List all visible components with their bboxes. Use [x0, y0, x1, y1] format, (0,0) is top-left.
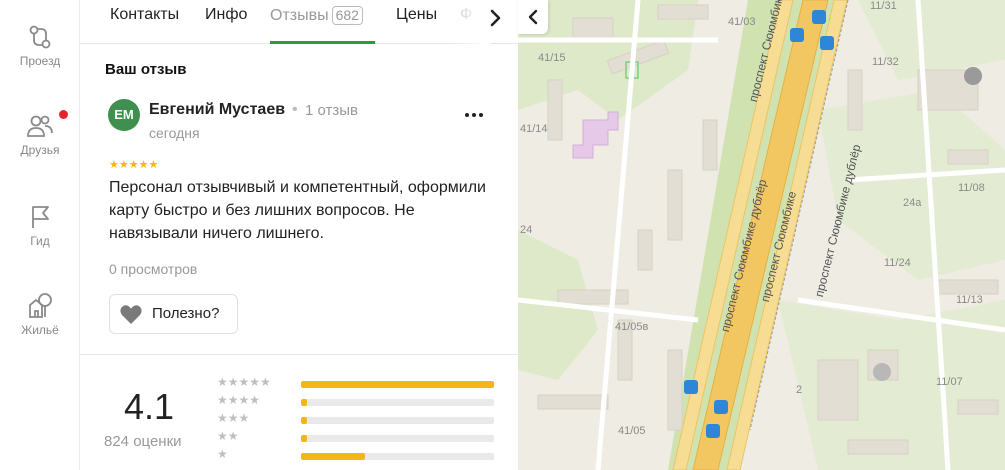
rating-bar-track	[301, 399, 494, 406]
rating-bar-stars: ★	[217, 447, 228, 461]
map-label: 11/08	[958, 182, 985, 194]
tab-contacts[interactable]: Контакты	[110, 6, 179, 24]
tab-reviews-label: Отзывы	[270, 7, 329, 24]
friends-icon	[27, 115, 53, 137]
heart-icon	[120, 305, 142, 324]
author-review-count: 1 отзыв	[305, 102, 359, 119]
tab-info[interactable]: Инфо	[205, 6, 247, 24]
rating-bar-fill	[301, 381, 494, 388]
rating-bar-fill	[301, 453, 365, 460]
map-label: 41/05	[618, 425, 646, 437]
rating-bar-track	[301, 381, 494, 388]
map-label: 11/13	[956, 294, 983, 306]
map-label: 24а	[903, 197, 922, 209]
review-views: 0 просмотров	[109, 261, 198, 277]
route-icon	[29, 25, 51, 49]
map-label: 41/05в	[615, 321, 649, 333]
tab-bar: Контакты Инфо Отзывы682 Цены Ф	[80, 0, 518, 44]
rating-bar-fill	[301, 399, 307, 406]
rating-bar-5: ★★★★★	[217, 375, 497, 390]
rail-label-friends: Друзья	[20, 143, 60, 157]
rating-bar-4: ★★★★	[217, 393, 497, 408]
map-label: 11/31	[870, 0, 897, 12]
map-label: 41/15	[538, 52, 566, 64]
collapse-panel-button[interactable]	[518, 0, 548, 34]
divider	[80, 354, 518, 355]
tab-prices[interactable]: Цены	[396, 6, 437, 24]
rail-item-guide[interactable]: Гид	[0, 204, 80, 248]
left-rail: Проезд Друзья Гид Жильё	[0, 0, 80, 470]
chevron-right-icon[interactable]	[484, 6, 508, 30]
active-tab-indicator	[270, 41, 375, 44]
map-label: 2	[796, 384, 803, 396]
rating-count: 824 оценки	[104, 433, 182, 450]
author-separator: •	[292, 101, 298, 118]
rail-label-housing: Жильё	[21, 323, 59, 337]
tab-reviews[interactable]: Отзывы 682	[270, 6, 363, 25]
more-options-icon[interactable]	[462, 107, 486, 123]
rating-bar-stars: ★★	[217, 429, 239, 443]
rating-bar-track	[301, 417, 494, 424]
reviews-count-badge: 682	[331, 6, 363, 25]
map-label: 11/32	[872, 56, 899, 68]
rail-item-housing[interactable]: Жильё	[0, 291, 80, 337]
map-label: 11/24	[884, 257, 911, 269]
my-review-title: Ваш отзыв	[105, 61, 187, 78]
useful-label: Полезно?	[152, 305, 220, 322]
rating-bar-fill	[301, 435, 307, 442]
rail-label-route: Проезд	[19, 54, 61, 68]
rating-bar-track	[301, 453, 494, 460]
rating-bar-1: ★	[217, 447, 497, 462]
house-tree-icon	[29, 293, 52, 318]
map-label: 11/07	[936, 376, 963, 388]
poi-marker-icon[interactable]	[964, 67, 982, 85]
notification-dot	[59, 110, 68, 119]
rail-item-friends[interactable]: Друзья	[0, 110, 80, 157]
review-date: сегодня	[149, 125, 200, 141]
review-author-name[interactable]: Евгений Мустаев	[149, 101, 285, 119]
rating-bar-stars: ★★★	[217, 411, 250, 425]
rating-bar-track	[301, 435, 494, 442]
rating-bar-3: ★★★	[217, 411, 497, 426]
map-label: 41/14	[520, 123, 548, 135]
review-stars: ★★★★★	[109, 159, 159, 171]
map-label: 41/03	[728, 16, 756, 28]
map-label: 24	[520, 224, 533, 236]
review-text: Персонал отзывчивый и компетентный, офор…	[109, 179, 486, 242]
flag-icon	[32, 206, 49, 228]
rating-bar-fill	[301, 417, 307, 424]
poi-marker-icon[interactable]	[873, 363, 891, 381]
chevron-left-icon	[528, 9, 538, 25]
rail-item-route[interactable]: Проезд	[0, 24, 80, 68]
rating-bar-stars: ★★★★★	[217, 375, 271, 389]
rating-value: 4.1	[124, 386, 175, 427]
useful-button[interactable]: Полезно?	[109, 294, 238, 334]
avatar[interactable]: ЕМ	[108, 99, 140, 131]
organization-panel: Контакты Инфо Отзывы682 Цены Ф Ваш отзыв…	[80, 0, 518, 470]
rating-bar-stars: ★★★★	[217, 393, 261, 407]
rail-label-guide: Гид	[30, 234, 50, 248]
rating-bar-2: ★★	[217, 429, 497, 444]
map[interactable]: 41/03 41/15 41/14 24 41/05в 41/05 2 11/3…	[518, 0, 1005, 470]
